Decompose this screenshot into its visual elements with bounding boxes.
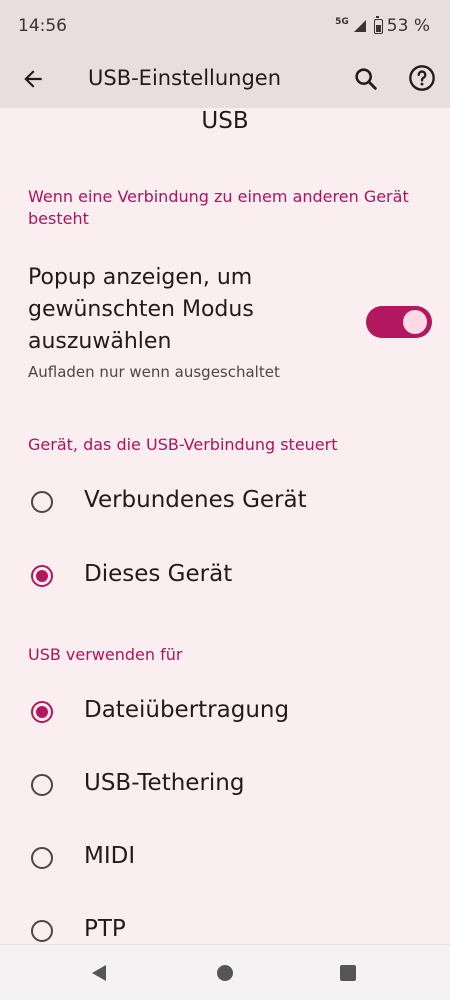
page-title: USB-Einstellungen — [88, 66, 282, 90]
nav-recents-icon[interactable] — [340, 965, 356, 981]
app-bar: USB-Einstellungen — [0, 52, 450, 108]
help-icon[interactable] — [408, 64, 436, 92]
status-icons: 5G 53 % — [335, 15, 430, 36]
back-arrow-icon[interactable] — [20, 66, 46, 92]
radio-row-ptp[interactable]: PTP — [0, 901, 450, 944]
popup-mode-switch[interactable] — [366, 306, 432, 338]
battery-percentage: 53 % — [386, 16, 430, 36]
radio-row-this-device[interactable]: Dieses Gerät — [0, 546, 450, 606]
radio-button-unchecked[interactable] — [31, 920, 53, 942]
radio-button-unchecked[interactable] — [31, 491, 53, 513]
radio-button-unchecked[interactable] — [31, 774, 53, 796]
radio-label: MIDI — [84, 843, 136, 869]
status-time: 14:56 — [18, 16, 67, 36]
radio-button-checked[interactable] — [31, 701, 53, 723]
toggle-title: Popup anzeigen, um gewünschten Modus aus… — [28, 265, 254, 354]
toggle-summary: Aufladen nur wenn ausgeschaltet — [28, 363, 280, 381]
search-icon[interactable] — [352, 65, 380, 93]
radio-label: Dieses Gerät — [84, 561, 233, 587]
nav-back-icon[interactable] — [90, 964, 108, 982]
radio-row-file-transfer[interactable]: Dateiübertragung — [0, 682, 450, 742]
radio-row-usb-tethering[interactable]: USB-Tethering — [0, 755, 450, 815]
radio-label: Dateiübertragung — [84, 697, 290, 723]
radio-button-checked[interactable] — [31, 565, 53, 587]
section-header-connection: Wenn eine Verbindung zu einem anderen Ge… — [28, 187, 409, 228]
status-bar: 14:56 5G 53 % — [0, 0, 450, 52]
section-header-usb-control: Gerät, das die USB-Verbindung steuert — [28, 435, 338, 454]
signal-icon — [353, 20, 366, 32]
popup-mode-toggle-row[interactable]: Popup anzeigen, um gewünschten Modus aus… — [0, 258, 450, 388]
radio-row-connected-device[interactable]: Verbundenes Gerät — [0, 472, 450, 532]
radio-label: Verbundenes Gerät — [84, 487, 307, 513]
radio-label: PTP — [84, 916, 126, 942]
settings-content[interactable]: USB Wenn eine Verbindung zu einem andere… — [0, 108, 450, 944]
usb-heading: USB — [201, 108, 249, 134]
nav-home-icon[interactable] — [217, 965, 233, 981]
battery-icon — [373, 15, 383, 34]
section-header-usb-usage: USB verwenden für — [28, 645, 183, 664]
radio-label: USB-Tethering — [84, 770, 245, 796]
radio-row-midi[interactable]: MIDI — [0, 828, 450, 888]
switch-thumb — [403, 310, 427, 334]
radio-button-unchecked[interactable] — [31, 847, 53, 869]
navigation-bar — [0, 944, 450, 1000]
network-type: 5G — [335, 17, 349, 27]
